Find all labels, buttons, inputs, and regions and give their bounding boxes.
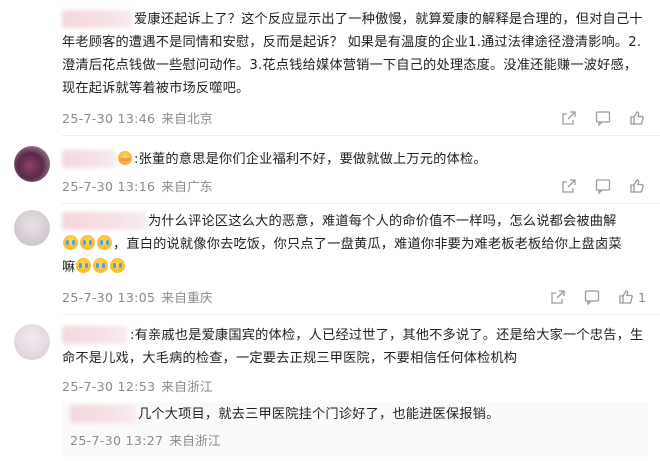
- avatar[interactable]: [14, 210, 50, 246]
- comment-icon[interactable]: [583, 288, 601, 306]
- username-redacted[interactable]: [62, 150, 116, 168]
- comment-icon[interactable]: [594, 109, 612, 127]
- shy-emoji-icon: [118, 151, 132, 165]
- comment-actions: [560, 177, 646, 195]
- divider: [62, 135, 660, 136]
- divider: [62, 203, 660, 204]
- comment-date: 25-7-30 12:53: [62, 379, 156, 394]
- comment-actions: [560, 109, 646, 127]
- comment-text: 爱康还起诉上了？这个反应显示出了一种傲慢，就算爱康的解释是合理的，但对自己十年老…: [62, 10, 643, 96]
- comment-location: 来自浙江: [169, 433, 221, 448]
- comment-date: 25-7-30 13:46: [62, 111, 156, 126]
- comment-meta: 25-7-30 12:53 来自浙江: [62, 376, 213, 395]
- username-redacted[interactable]: [62, 212, 146, 230]
- comment-date: 25-7-30 13:27: [70, 433, 164, 448]
- comment-location: 来自重庆: [161, 290, 213, 305]
- comment-meta: 25-7-30 13:46 来自北京: [62, 108, 213, 127]
- thumb-up-icon[interactable]: [617, 288, 635, 306]
- share-icon[interactable]: [549, 288, 567, 306]
- comment-text: 为什么评论区这么大的恶意，难道每个人的命价值不一样吗，怎么说都会被曲解 ，直白的…: [62, 212, 622, 275]
- thumb-up-icon[interactable]: [628, 109, 646, 127]
- thumb-up-icon[interactable]: [628, 177, 646, 195]
- crying-emoji-icon: [80, 235, 95, 250]
- comment-location: 来自广东: [161, 179, 213, 194]
- divider: [62, 314, 660, 315]
- username-redacted[interactable]: [62, 10, 132, 28]
- comment-2: :张董的意思是你们企业福利不好，要做就做上万元的体检。 25-7-30 13:1…: [0, 146, 660, 206]
- comment-text: 几个大项目，就去三甲医院挂个门诊好了，也能进医保报销。: [70, 403, 648, 426]
- comment-1: 爱康还起诉上了？这个反应显示出了一种傲慢，就算爱康的解释是合理的，但对自己十年老…: [0, 8, 660, 138]
- crying-emoji-icon: [93, 258, 109, 273]
- avatar[interactable]: [14, 324, 50, 360]
- avatar[interactable]: [14, 146, 50, 182]
- like-control[interactable]: 1: [617, 288, 646, 306]
- comment-meta: 25-7-30 13:16 来自广东: [62, 176, 213, 195]
- crying-emoji-icon: [97, 235, 112, 250]
- crying-emoji-icon: [110, 258, 126, 273]
- share-icon[interactable]: [560, 109, 578, 127]
- comment-text: :有亲戚也是爱康国宾的体检，人已经过世了，其他不多说了。还是给大家一个忠告，生命…: [62, 326, 644, 366]
- comment-location: 来自浙江: [161, 379, 213, 394]
- comment-location: 来自北京: [161, 111, 213, 126]
- comment-5-reply: 几个大项目，就去三甲医院挂个门诊好了，也能进医保报销。 25-7-30 13:2…: [0, 402, 660, 457]
- comment-meta: 25-7-30 13:05 来自重庆: [62, 287, 213, 306]
- comment-date: 25-7-30 13:05: [62, 290, 156, 305]
- comment-4: :有亲戚也是爱康国宾的体检，人已经过世了，其他不多说了。还是给大家一个忠告，生命…: [0, 324, 660, 399]
- crying-emoji-icon: [76, 258, 92, 273]
- crying-emoji-icon: [63, 235, 78, 250]
- username-redacted[interactable]: [62, 326, 128, 344]
- username-redacted[interactable]: [70, 405, 136, 423]
- like-count: 1: [637, 289, 646, 305]
- comment-icon[interactable]: [594, 177, 612, 195]
- share-icon[interactable]: [560, 177, 578, 195]
- comment-date: 25-7-30 13:16: [62, 179, 156, 194]
- comment-text: :张董的意思是你们企业福利不好，要做就做上万元的体检。: [62, 148, 648, 171]
- comment-3: 为什么评论区这么大的恶意，难道每个人的命价值不一样吗，怎么说都会被曲解 ，直白的…: [0, 210, 660, 310]
- comment-actions: 1: [549, 288, 646, 306]
- comment-meta: 25-7-30 13:27 来自浙江: [70, 430, 221, 449]
